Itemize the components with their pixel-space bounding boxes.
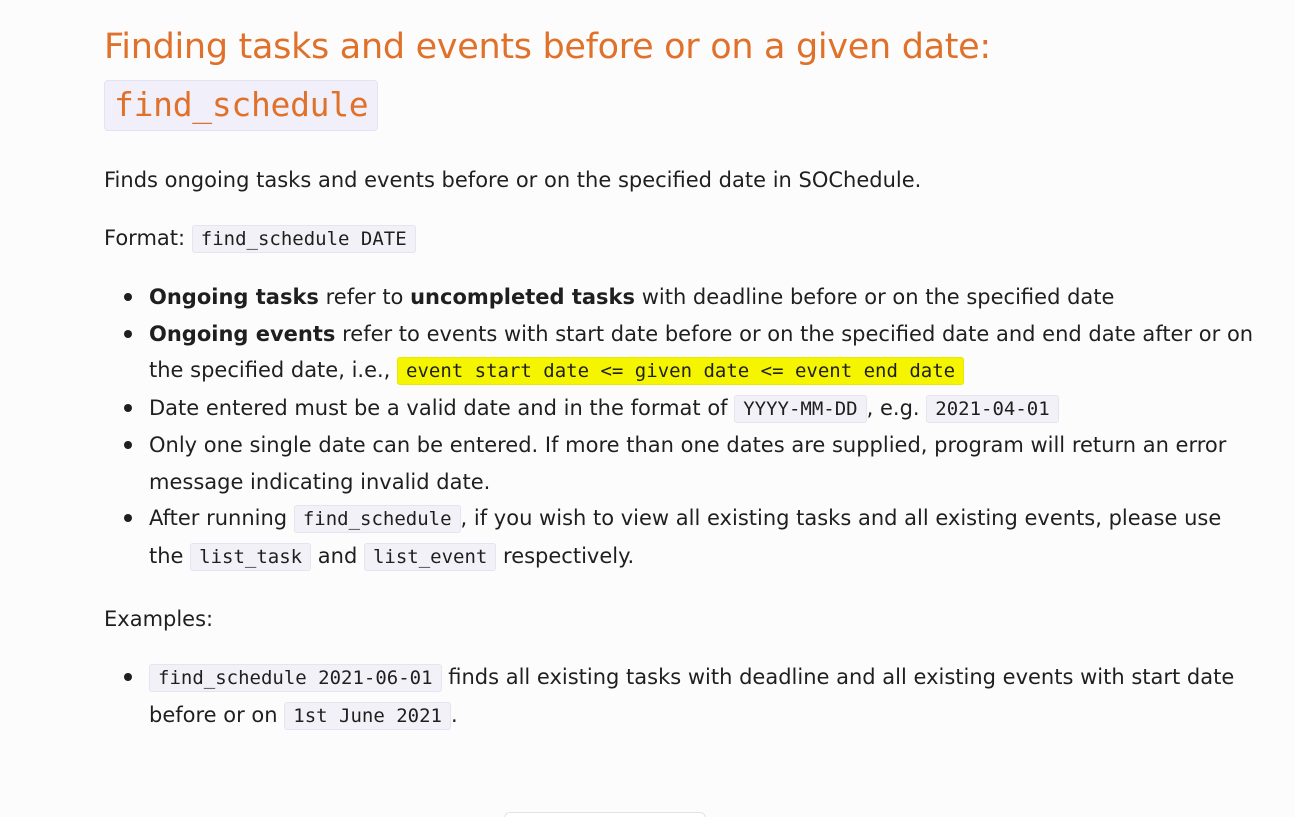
list-item: Ongoing tasks refer to uncompleted tasks… [124, 279, 1254, 316]
document-content: Finding tasks and events before or on a … [104, 0, 1254, 734]
format-code: find_schedule DATE [191, 225, 416, 253]
text: and [311, 543, 364, 568]
next-element-edge [504, 812, 706, 817]
text: refer to [318, 285, 411, 309]
bold-term: Ongoing tasks [149, 285, 319, 309]
inline-code: 1st June 2021 [284, 701, 451, 730]
list-item: Ongoing events refer to events with star… [124, 316, 1254, 390]
bold-term: uncompleted tasks [410, 285, 636, 309]
inline-code: find_schedule [293, 505, 461, 533]
inline-code: list_task [190, 542, 312, 571]
list-item: After running find_schedule, if you wish… [124, 500, 1254, 575]
text: Date entered must be a valid date and in… [149, 395, 735, 420]
format-label: Format: [104, 226, 186, 250]
list-item: find_schedule 2021-06-01 finds all exist… [124, 659, 1254, 734]
examples-label: Examples: [104, 607, 214, 631]
inline-code: find_schedule 2021-06-01 [149, 664, 442, 692]
section-heading: Finding tasks and events before or on a … [104, 0, 1254, 134]
format-line: Format: find_schedule DATE [104, 220, 1254, 257]
text: respectively. [496, 543, 635, 568]
text: , e.g. [866, 395, 927, 420]
examples-list: find_schedule 2021-06-01 finds all exist… [104, 659, 1254, 734]
list-item: Date entered must be a valid date and in… [124, 390, 1254, 428]
rules-list: Ongoing tasks refer to uncompleted tasks… [104, 279, 1254, 575]
text: . [450, 702, 458, 727]
text: After running [149, 506, 294, 530]
command-description: Finds ongoing tasks and events before or… [104, 168, 922, 192]
bold-term: Ongoing events [149, 321, 336, 346]
inline-code: list_event [363, 542, 497, 571]
section-heading-code: find_schedule [104, 80, 379, 131]
text: with deadline before or on the specified… [635, 285, 1115, 309]
inline-code: YYYY-MM-DD [734, 394, 867, 423]
highlighted-code: event start date <= given date <= event … [397, 357, 965, 385]
list-item: Only one single date can be entered. If … [124, 427, 1254, 500]
text: Only one single date can be entered. If … [149, 433, 1227, 494]
section-heading-text: Finding tasks and events before or on a … [104, 27, 991, 67]
inline-code: 2021-04-01 [926, 394, 1059, 423]
